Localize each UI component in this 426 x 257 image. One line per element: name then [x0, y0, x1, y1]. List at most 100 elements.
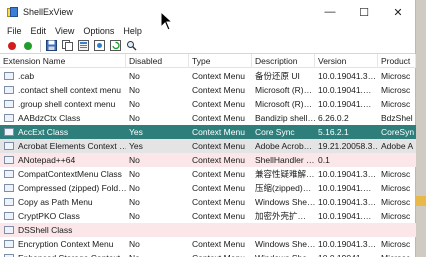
table-row[interactable]: AABdzCtx Class No Context Menu Bandizip she…	[0, 111, 416, 125]
cell-disabled: No	[129, 99, 140, 109]
table-row[interactable]: CryptPKO Class No Context Menu 加密外壳扩… 10.0.1…	[0, 209, 416, 223]
cell-description: Adobe Acrob…	[255, 141, 313, 151]
cell-product: BdzShel	[381, 113, 413, 123]
app-icon	[7, 6, 18, 18]
cell-product: Microsc	[381, 169, 411, 179]
cell-version: 10.0.19041.3…	[318, 71, 377, 81]
find-button[interactable]	[124, 39, 138, 52]
column-header-disabled[interactable]: Disabled	[126, 54, 189, 68]
cell-description	[252, 223, 315, 237]
cell-disabled: No	[129, 85, 140, 95]
column-header-description[interactable]: Description	[252, 54, 315, 68]
disable-button[interactable]	[5, 39, 19, 52]
table-row[interactable]: Encryption Context Menu No Context Menu Win…	[0, 237, 416, 251]
cell-version: 10.0.19041.…	[318, 99, 372, 109]
cell-name: Enhanced Storage Context …	[0, 251, 126, 257]
column-header-extension-name[interactable]: Extension Name	[0, 54, 126, 68]
cell-disabled: No	[129, 155, 140, 165]
cell-product: CoreSyn	[381, 127, 415, 137]
title-bar[interactable]: ShellExView — ☐ ✕	[0, 0, 415, 24]
cell-disabled: No	[129, 197, 140, 207]
close-button[interactable]: ✕	[381, 0, 415, 24]
cell-name: CryptPKO Class	[18, 211, 80, 221]
table-row[interactable]: .cab No Context Menu 备份还原 UI 10.0.19041.3… Mi…	[0, 69, 416, 83]
copy-button[interactable]	[60, 39, 74, 52]
cell-description: Microsoft (R)…	[255, 85, 313, 95]
enable-button[interactable]	[21, 39, 35, 52]
cell-name: ANotepad++64	[18, 155, 76, 165]
column-header-version[interactable]: Version	[315, 54, 378, 68]
menu-help[interactable]: Help	[123, 26, 142, 36]
list-header: Extension Name Disabled Type Description…	[0, 54, 416, 68]
cell-type: Context Menu	[192, 211, 245, 221]
desktop-background	[416, 0, 426, 257]
cell-description: Windows She…	[252, 251, 315, 257]
table-row[interactable]: .group shell context menu No Context Menu M…	[0, 97, 416, 111]
table-row[interactable]: CompatContextMenu Class No Context Menu 兼容性…	[0, 167, 416, 181]
copy-icon	[61, 40, 73, 51]
cell-type: Context Menu	[192, 169, 245, 179]
save-icon	[45, 40, 57, 51]
cell-version: 10.0.19041.3…	[318, 197, 377, 207]
menu-bar: File Edit View Options Help	[0, 24, 415, 38]
cell-product: Microsc	[381, 197, 411, 207]
cell-version: 5.16.2.1	[318, 127, 349, 137]
refresh-button[interactable]	[108, 39, 122, 52]
column-header-type[interactable]: Type	[189, 54, 252, 68]
cell-product: Microsc	[381, 211, 411, 221]
cell-product	[378, 153, 416, 167]
menu-options[interactable]: Options	[83, 26, 114, 36]
cell-type: Context Menu	[189, 251, 252, 257]
cell-product	[378, 223, 416, 237]
cell-disabled: No	[129, 211, 140, 221]
cell-version: 10.0.19041.3…	[318, 169, 377, 179]
cell-name: Compressed (zipped) Fold…	[18, 183, 126, 193]
disable-icon	[8, 41, 16, 50]
table-row[interactable]: ANotepad++64 No Context Menu ShellHandler ……	[0, 153, 416, 167]
table-row[interactable]: Copy as Path Menu No Context Menu Windows S…	[0, 195, 416, 209]
table-row[interactable]: DSShell Class	[0, 223, 416, 237]
menu-edit[interactable]: Edit	[31, 26, 47, 36]
cell-description: ShellHandler …	[255, 155, 315, 165]
table-row[interactable]: AccExt Class Yes Context Menu Core Sync 5.16…	[0, 125, 416, 139]
enable-icon	[24, 41, 32, 50]
cell-description: 压缩(zipped)…	[255, 183, 312, 193]
cell-type: Context Menu	[192, 183, 245, 193]
cell-name: Acrobat Elements Context …	[18, 141, 126, 151]
save-button[interactable]	[44, 39, 58, 52]
table-row[interactable]: Enhanced Storage Context …NoContext Menu…	[0, 251, 416, 257]
table-row[interactable]: Compressed (zipped) Fold… No Context Menu 压…	[0, 181, 416, 195]
cell-version: 10.0.19041.…	[315, 251, 378, 257]
cell-product: Microsc	[378, 251, 416, 257]
maximize-button[interactable]: ☐	[347, 0, 381, 24]
folder-icon	[416, 196, 426, 206]
refresh-icon	[109, 40, 121, 51]
menu-file[interactable]: File	[7, 26, 22, 36]
cell-disabled: No	[129, 169, 140, 179]
cell-name: AccExt Class	[18, 127, 69, 137]
table-row[interactable]: .contact shell context menu No Context Men…	[0, 83, 416, 97]
table-row[interactable]: Acrobat Elements Context … Yes Context Men…	[0, 139, 416, 153]
cell-version: 10.0.19041.…	[318, 183, 372, 193]
toolbar	[0, 38, 415, 54]
cell-type: Context Menu	[192, 127, 245, 137]
column-header-product[interactable]: Product	[378, 54, 416, 68]
cell-version: 10.0.19041.…	[318, 85, 372, 95]
cell-disabled: No	[129, 183, 140, 193]
properties-button[interactable]	[92, 39, 106, 52]
cell-type: Context Menu	[192, 113, 245, 123]
minimize-button[interactable]: —	[313, 0, 347, 24]
cell-type: Context Menu	[192, 85, 245, 95]
cell-description: 备份还原 UI	[255, 71, 300, 81]
cell-name: .contact shell context menu	[18, 85, 122, 95]
cell-disabled: No	[129, 239, 140, 249]
main-window: ShellExView — ☐ ✕ File Edit View Options…	[0, 0, 416, 257]
cell-name: Encryption Context Menu	[18, 239, 114, 249]
html-report-button[interactable]	[76, 39, 90, 52]
cell-type: Context Menu	[192, 99, 245, 109]
menu-view[interactable]: View	[55, 26, 74, 36]
cell-version: 19.21.20058.3…	[318, 141, 378, 151]
cell-disabled: Yes	[129, 127, 143, 137]
cell-description: Windows She…	[255, 239, 315, 249]
cell-name: CompatContextMenu Class	[18, 169, 122, 179]
